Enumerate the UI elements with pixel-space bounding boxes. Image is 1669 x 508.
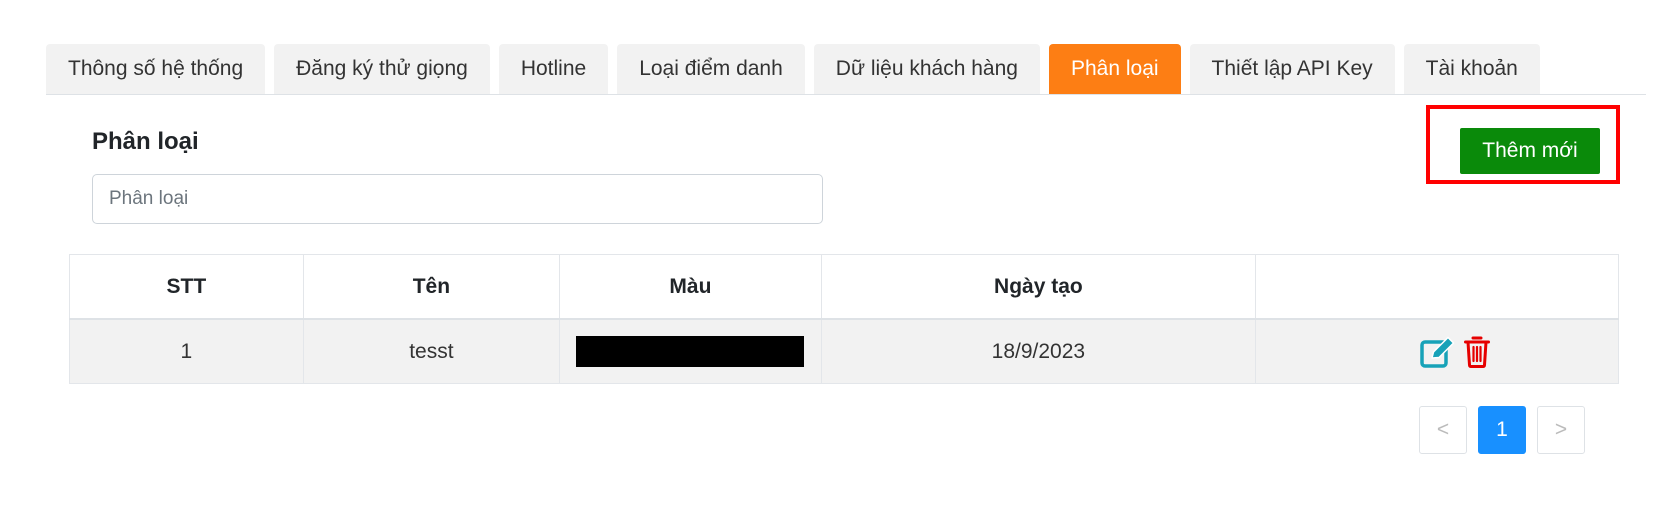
- trash-icon[interactable]: [1464, 336, 1491, 368]
- column-header-stt: STT: [69, 254, 304, 320]
- tab-api-key-settings[interactable]: Thiết lập API Key: [1189, 44, 1395, 94]
- table-row: 1 tesst 18/9/2023: [69, 318, 1619, 384]
- category-table: STT Tên Màu Ngày tạo 1 tesst 18/9/2023: [69, 254, 1619, 384]
- section-title: Phân loại: [92, 128, 199, 155]
- tab-system-parameters[interactable]: Thông số hệ thống: [46, 44, 266, 94]
- tab-hotline[interactable]: Hotline: [498, 44, 609, 94]
- edit-icon[interactable]: [1420, 336, 1456, 368]
- column-header-name: Tên: [302, 254, 561, 320]
- tab-account[interactable]: Tài khoản: [1403, 44, 1540, 94]
- tab-customer-data[interactable]: Dữ liệu khách hàng: [813, 44, 1040, 94]
- cell-name: tesst: [302, 318, 561, 384]
- tab-attendance-types[interactable]: Loại điểm danh: [617, 44, 805, 94]
- column-header-created-date: Ngày tạo: [820, 254, 1257, 320]
- tab-bar: Thông số hệ thống Đăng ký thử giọng Hotl…: [46, 43, 1646, 95]
- color-swatch: [576, 336, 805, 367]
- category-search-input[interactable]: [92, 174, 823, 224]
- prev-page-button[interactable]: <: [1419, 406, 1467, 454]
- page-1-button[interactable]: 1: [1478, 406, 1526, 454]
- cell-created-date: 18/9/2023: [820, 318, 1257, 384]
- cell-stt: 1: [69, 318, 304, 384]
- add-new-button[interactable]: Thêm mới: [1460, 128, 1600, 174]
- pagination: < 1 >: [1419, 406, 1585, 454]
- next-page-button[interactable]: >: [1537, 406, 1585, 454]
- cell-color: [559, 318, 822, 384]
- column-header-color: Màu: [559, 254, 822, 320]
- tab-categories[interactable]: Phân loại: [1048, 44, 1181, 94]
- cell-actions: [1255, 318, 1619, 384]
- tab-voice-trial-registration[interactable]: Đăng ký thử giọng: [274, 44, 490, 94]
- column-header-actions: [1255, 254, 1619, 320]
- table-header-row: STT Tên Màu Ngày tạo: [69, 254, 1619, 320]
